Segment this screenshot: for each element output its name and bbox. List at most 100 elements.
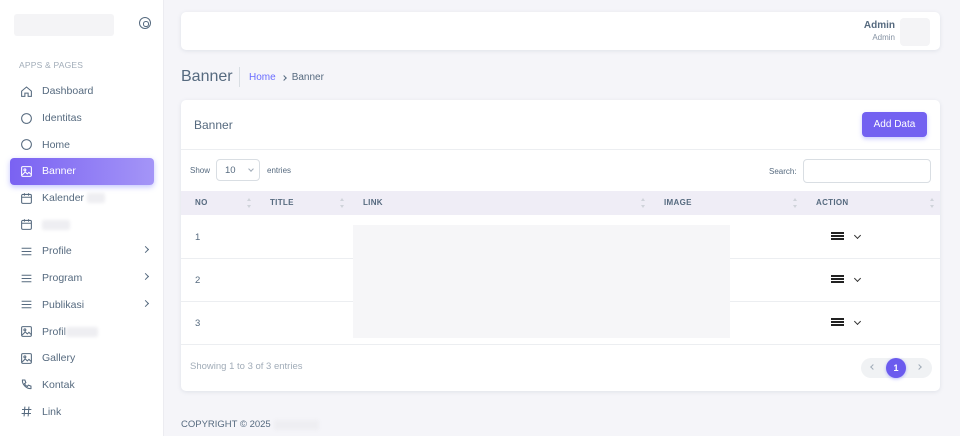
page-title: Banner (181, 68, 233, 85)
sidebar-item-program[interactable]: Program (10, 265, 154, 292)
sidebar-item-calendar-2[interactable] (10, 211, 154, 238)
hamburger-icon[interactable] (831, 275, 844, 285)
sidebar-item-home[interactable]: Home (10, 131, 154, 158)
sidebar-item-profile[interactable]: Profile (10, 238, 154, 265)
copyright-text: COPYRIGHT © 2025 (181, 419, 271, 430)
sidebar-item-identitas[interactable]: Identitas (10, 105, 154, 132)
sort-icon[interactable] (340, 198, 345, 208)
sort-icon[interactable] (247, 198, 252, 208)
chevron-down-icon (248, 166, 254, 172)
hamburger-icon[interactable] (831, 232, 844, 242)
image-icon (20, 352, 33, 365)
sidebar-item-label: Profile (42, 245, 72, 258)
column-header-title[interactable]: TITLE (270, 191, 294, 215)
sidebar-item-label: Banner (42, 165, 76, 178)
chevron-right-icon (280, 74, 287, 81)
row-number: 3 (195, 318, 201, 329)
sidebar-item-label: Identitas (42, 112, 82, 125)
sidebar-item-banner[interactable]: Banner (10, 158, 154, 185)
page-length-value: 10 (225, 164, 236, 176)
sidebar-item-dashboard[interactable]: Dashboard (10, 78, 154, 105)
column-header-link[interactable]: LINK (363, 191, 383, 215)
sidebar-item-label: Dashboard (42, 85, 94, 98)
page-button-current[interactable]: 1 (886, 358, 906, 378)
sort-icon[interactable] (793, 198, 798, 208)
table-row: 2 (181, 259, 940, 302)
banner-card: Banner Add Data Show 10 entries Search: … (181, 100, 940, 391)
footer: COPYRIGHT © 2025 (181, 419, 319, 430)
image-icon (20, 165, 33, 178)
menu-section-header: APPS & PAGES (19, 60, 84, 70)
menu-icon (20, 245, 33, 258)
user-role: Admin (872, 33, 895, 42)
sidebar: APPS & PAGES Dashboard Identitas Home Ba… (0, 0, 164, 436)
column-header-action[interactable]: ACTION (816, 191, 848, 215)
top-navbar: Admin Admin (181, 12, 940, 50)
row-number: 1 (195, 232, 201, 243)
sort-icon[interactable] (641, 198, 646, 208)
circle-icon (20, 112, 33, 125)
sidebar-item-kontak[interactable]: Kontak (10, 372, 154, 399)
chevron-down-icon[interactable] (853, 317, 862, 326)
breadcrumb-current: Banner (291, 72, 324, 83)
header-divider (239, 67, 240, 87)
entries-label: entries (267, 166, 292, 175)
pagination: 1 (861, 358, 932, 378)
chevron-left-icon[interactable] (870, 364, 876, 370)
chevron-right-icon (141, 272, 150, 280)
sidebar-item-label: Profil (42, 325, 66, 338)
user-name: Admin (863, 20, 895, 31)
breadcrumb-home-link[interactable]: Home (249, 72, 276, 83)
circle-icon (20, 138, 33, 151)
hamburger-icon[interactable] (831, 318, 844, 328)
show-label: Show (190, 166, 211, 175)
sidebar-item-label: Publikasi (42, 298, 85, 311)
home-icon (20, 85, 33, 98)
sidebar-item-label: Home (42, 138, 71, 151)
table-row: 3 (181, 302, 940, 345)
calendar-icon (20, 192, 33, 205)
chevron-right-icon (141, 299, 150, 307)
sidebar-item-label: Link (42, 405, 62, 418)
table-row: 1 (181, 216, 940, 259)
sidebar-item-label: Gallery (42, 352, 76, 365)
add-data-button[interactable]: Add Data (862, 112, 927, 137)
redacted-text (273, 419, 319, 430)
hash-icon (20, 405, 33, 418)
app-logo[interactable] (14, 14, 114, 36)
sidebar-item-gallery[interactable]: Gallery (10, 345, 154, 372)
row-number: 2 (195, 275, 201, 286)
redacted-link-cell (353, 225, 730, 259)
sort-icon[interactable] (930, 198, 935, 208)
search-input[interactable] (803, 159, 931, 183)
sidebar-item-label: Kalender (42, 192, 85, 205)
sidebar-item-label: Kontak (42, 378, 75, 391)
redacted-link-cell (353, 302, 730, 338)
calendar-icon (20, 218, 33, 231)
card-divider (181, 149, 940, 150)
chevron-right-icon[interactable] (916, 364, 922, 370)
redacted-text (65, 326, 98, 337)
redacted-text (87, 193, 106, 204)
column-header-no[interactable]: NO (195, 191, 208, 215)
sidebar-menu: Dashboard Identitas Home Banner Kalender (10, 78, 154, 425)
page-length-select[interactable]: 10 (216, 159, 260, 181)
sidebar-item-link[interactable]: Link (10, 398, 154, 425)
sidebar-item-profil[interactable]: Profil (10, 318, 154, 345)
phone-icon (20, 378, 33, 391)
column-header-image[interactable]: IMAGE (664, 191, 692, 215)
table-info: Showing 1 to 3 of 3 entries (190, 361, 303, 372)
sidebar-item-publikasi[interactable]: Publikasi (10, 292, 154, 319)
sidebar-item-label: Program (42, 272, 83, 285)
sidebar-toggle-icon[interactable] (139, 17, 151, 29)
chevron-down-icon[interactable] (853, 274, 862, 283)
avatar[interactable] (900, 18, 930, 46)
breadcrumb: Home Banner (249, 72, 324, 83)
menu-icon (20, 272, 33, 285)
redacted-link-cell (353, 259, 730, 302)
chevron-right-icon (141, 246, 150, 254)
chevron-down-icon[interactable] (853, 231, 862, 240)
card-title: Banner (194, 118, 233, 132)
sidebar-item-kalender[interactable]: Kalender (10, 185, 154, 212)
image-icon (20, 325, 33, 338)
